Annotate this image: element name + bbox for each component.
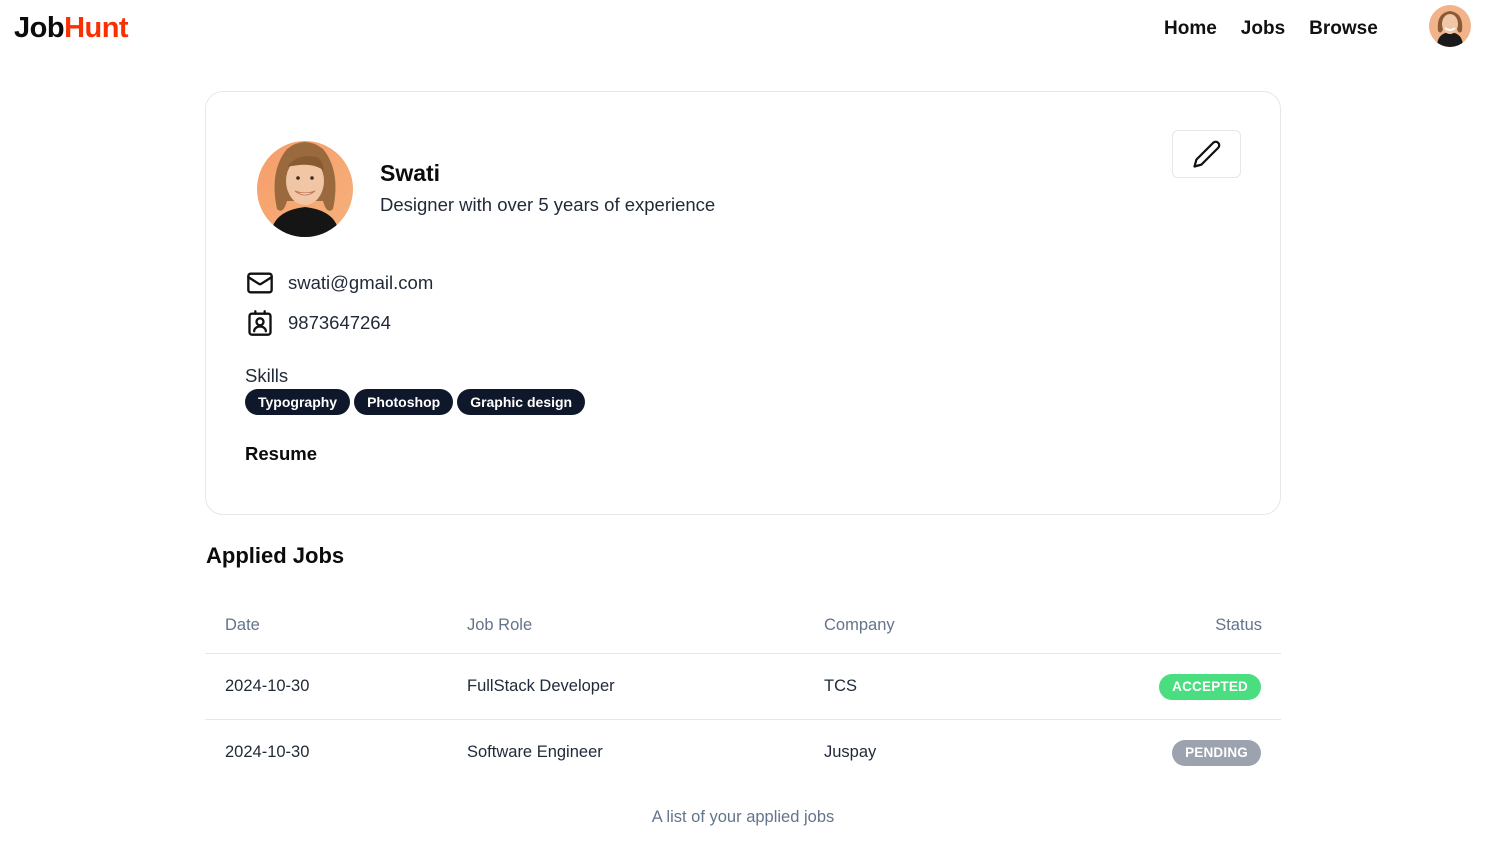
table-row: 2024-10-30 FullStack Developer TCS ACCEP… [205,654,1281,720]
table-caption: A list of your applied jobs [651,808,835,826]
phone-text: 9873647264 [288,312,391,333]
cell-job-role: Software Engineer [467,743,603,761]
status-badge: ACCEPTED [1159,674,1261,700]
profile-name: Swati [380,160,441,186]
mail-icon [245,268,275,298]
phone-row: 9873647264 [245,308,391,338]
nav-browse[interactable]: Browse [1309,18,1378,40]
pen-icon [1192,140,1220,168]
user-avatar[interactable] [1429,5,1471,47]
table-header: Date Job Role Company Status [205,598,1281,654]
navbar: JobHunt Home Jobs Browse [0,0,1504,60]
cell-company: Juspay [824,743,877,761]
profile-bio: Designer with over 5 years of experience [380,194,716,215]
applied-jobs-title: Applied Jobs [206,543,345,568]
skill-badge: Typography [245,389,351,415]
cell-job-role: FullStack Developer [467,677,615,695]
applied-jobs-table: Date Job Role Company Status 2024-10-30 … [205,598,1281,786]
column-header-date: Date [225,616,260,634]
cell-date: 2024-10-30 [225,677,310,695]
profile-avatar-image [257,141,353,237]
email-text: swati@gmail.com [288,272,434,293]
logo-job: Job [14,12,65,44]
nav-home[interactable]: Home [1164,18,1217,40]
skill-badge: Graphic design [457,389,586,415]
status-badge: PENDING [1172,740,1261,766]
column-header-company: Company [824,616,895,634]
nav-links: Home Jobs Browse [1164,18,1378,40]
table-row: 2024-10-30 Software Engineer Juspay PEND… [205,720,1281,786]
nav-jobs[interactable]: Jobs [1241,18,1285,40]
resume-label: Resume [245,443,317,464]
skills-list: Typography Photoshop Graphic design [245,389,586,415]
cell-company: TCS [824,677,857,695]
cell-date: 2024-10-30 [225,743,310,761]
user-avatar-image [1429,5,1471,47]
column-header-job-role: Job Role [467,616,533,634]
contact-icon [245,308,275,338]
logo-hunt: Hunt [64,12,129,44]
skill-badge: Photoshop [354,389,454,415]
column-header-status: Status [1215,616,1262,634]
profile-card: Swati Designer with over 5 years of expe… [205,91,1281,515]
edit-profile-button[interactable] [1172,130,1241,178]
email-row: swati@gmail.com [245,268,433,298]
profile-avatar [257,131,353,237]
logo[interactable]: JobHunt [14,12,129,45]
skills-label: Skills [245,365,289,386]
